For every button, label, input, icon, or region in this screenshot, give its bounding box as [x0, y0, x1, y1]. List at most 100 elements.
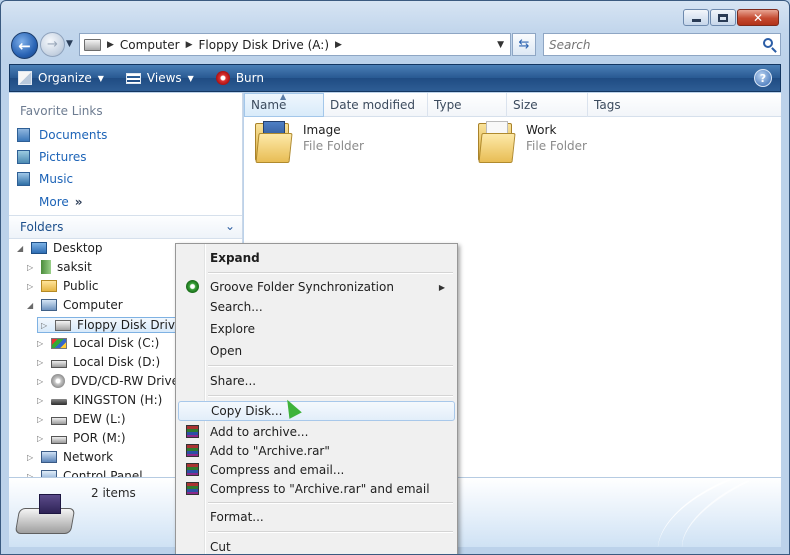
favorite-link-music[interactable]: Music [17, 172, 73, 186]
address-dropdown-icon[interactable]: ▼ [497, 40, 504, 50]
breadcrumb-separator-icon[interactable]: ▶ [107, 40, 114, 50]
expand-triangle-icon[interactable]: ▷ [41, 321, 49, 330]
expand-triangle-icon[interactable]: ▷ [27, 282, 35, 291]
tree-item-desktop[interactable]: ◢ Desktop [17, 241, 103, 255]
tree-item-dew[interactable]: ▷ DEW (L:) [37, 412, 126, 426]
column-header-type[interactable]: Type [428, 93, 507, 117]
column-header-label: Tags [594, 98, 621, 112]
tree-item-label: saksit [57, 260, 92, 274]
tree-item-public[interactable]: ▷ Public [27, 279, 99, 293]
column-header-name[interactable]: ▲ Name [244, 92, 324, 117]
back-button[interactable]: ← [11, 32, 38, 59]
file-name: Image [303, 123, 341, 137]
search-icon[interactable] [763, 38, 773, 48]
maximize-icon [718, 13, 728, 22]
menu-separator [208, 365, 453, 367]
minimize-icon [691, 18, 701, 22]
column-headers: ▲ Name Date modified Type Size Tags [244, 92, 781, 117]
refresh-button[interactable]: ⇆ [512, 33, 536, 56]
breadcrumb-separator-icon[interactable]: ▶ [186, 40, 193, 50]
tree-item-local-d[interactable]: ▷ Local Disk (D:) [37, 355, 160, 369]
menu-item-format[interactable]: Format... [178, 507, 455, 527]
menu-item-label: Add to "Archive.rar" [210, 444, 330, 458]
expand-triangle-icon[interactable]: ▷ [37, 396, 45, 405]
tree-item-saksit[interactable]: ▷ saksit [27, 260, 92, 274]
help-button[interactable]: ? [754, 69, 772, 87]
expand-triangle-icon[interactable]: ▷ [27, 453, 35, 462]
maximize-button[interactable] [710, 9, 736, 26]
chevron-down-icon: ▼ [97, 73, 104, 83]
menu-item-label: Cut [210, 540, 231, 554]
tree-item-network[interactable]: ▷ Network [27, 450, 113, 464]
menu-item-groove-sync[interactable]: Groove Folder Synchronization ▶ [178, 277, 455, 297]
search-input[interactable] [549, 37, 749, 52]
expand-triangle-icon[interactable]: ▷ [27, 263, 35, 272]
folders-bar[interactable]: Folders ⌄ [9, 215, 242, 239]
tree-item-label: Local Disk (D:) [73, 355, 161, 369]
tree-item-label: Local Disk (C:) [73, 336, 160, 350]
music-icon [17, 172, 30, 186]
folders-title: Folders [20, 220, 64, 234]
collapse-triangle-icon[interactable]: ◢ [27, 301, 35, 310]
expand-triangle-icon[interactable]: ▷ [37, 339, 45, 348]
burn-label: Burn [235, 71, 264, 85]
command-bar: Organize ▼ Views ▼ Burn ? [9, 64, 781, 92]
address-bar[interactable]: ▶ Computer ▶ Floppy Disk Drive (A:) ▶ ▼ [79, 33, 511, 56]
favorite-link-pictures[interactable]: Pictures [17, 150, 87, 164]
menu-item-label: Explore [210, 322, 256, 336]
floppy-drive-icon [84, 38, 101, 51]
collapse-triangle-icon[interactable]: ◢ [17, 244, 25, 253]
organize-button[interactable]: Organize ▼ [18, 71, 104, 85]
breadcrumb-separator-icon[interactable]: ▶ [335, 40, 342, 50]
column-header-date[interactable]: Date modified [324, 93, 428, 117]
tree-item-kingston[interactable]: ▷ KINGSTON (H:) [37, 393, 162, 407]
menu-item-add-archive[interactable]: Add to archive... [178, 422, 455, 442]
menu-item-label: Share... [210, 374, 257, 388]
column-header-size[interactable]: Size [507, 93, 588, 117]
search-box[interactable] [543, 33, 781, 56]
menu-item-compress-email[interactable]: Compress and email... [178, 460, 455, 480]
column-header-tags[interactable]: Tags [588, 93, 781, 117]
menu-item-explore[interactable]: Explore [178, 319, 455, 339]
favorite-link-documents[interactable]: Documents [17, 128, 107, 142]
winrar-icon [186, 463, 199, 476]
tree-item-por[interactable]: ▷ POR (M:) [37, 431, 126, 445]
forward-button[interactable]: → [40, 32, 65, 57]
menu-item-cut[interactable]: Cut [178, 537, 455, 554]
refresh-icon: ⇆ [518, 37, 530, 52]
recent-pages-dropdown[interactable]: ▼ [66, 39, 73, 49]
close-button[interactable]: ✕ [737, 9, 779, 26]
expand-triangle-icon[interactable]: ▷ [37, 358, 45, 367]
menu-item-share[interactable]: Share... [178, 371, 455, 391]
menu-item-search[interactable]: Search... [178, 297, 455, 317]
expand-triangle-icon[interactable]: ▷ [37, 377, 45, 386]
menu-item-expand[interactable]: Expand [178, 248, 455, 268]
more-links[interactable]: More » [39, 195, 83, 209]
file-item-work[interactable]: Work File Folder [476, 119, 587, 163]
menu-item-label: Add to archive... [210, 425, 309, 439]
menu-item-label: Compress to "Archive.rar" and email [210, 482, 430, 496]
breadcrumb-computer[interactable]: Computer [120, 38, 180, 52]
tree-item-label: Network [63, 450, 114, 464]
menu-item-open[interactable]: Open [178, 341, 455, 361]
menu-item-compress-rar-email[interactable]: Compress to "Archive.rar" and email [178, 479, 455, 499]
documents-icon [17, 128, 30, 142]
menu-item-label: Open [210, 344, 243, 358]
tree-item-computer[interactable]: ◢ Computer [27, 298, 123, 312]
file-item-image[interactable]: Image File Folder [253, 119, 364, 163]
tree-item-local-c[interactable]: ▷ Local Disk (C:) [37, 336, 159, 350]
hard-drive-icon [51, 359, 67, 368]
tree-item-control-panel[interactable]: ▷ Control Panel [27, 469, 143, 477]
more-label: More [39, 195, 69, 209]
breadcrumb-floppy[interactable]: Floppy Disk Drive (A:) [199, 38, 330, 52]
menu-item-label: Expand [210, 251, 260, 265]
minimize-button[interactable] [683, 9, 709, 26]
menu-item-add-archive-rar[interactable]: Add to "Archive.rar" [178, 441, 455, 461]
views-button[interactable]: Views ▼ [125, 71, 194, 85]
user-folder-icon [41, 260, 51, 274]
expand-triangle-icon[interactable]: ▷ [37, 434, 45, 443]
menu-item-copy-disk[interactable]: Copy Disk... [178, 401, 455, 421]
double-chevron-right-icon: » [74, 195, 83, 209]
burn-button[interactable]: Burn [215, 71, 264, 85]
expand-triangle-icon[interactable]: ▷ [37, 415, 45, 424]
